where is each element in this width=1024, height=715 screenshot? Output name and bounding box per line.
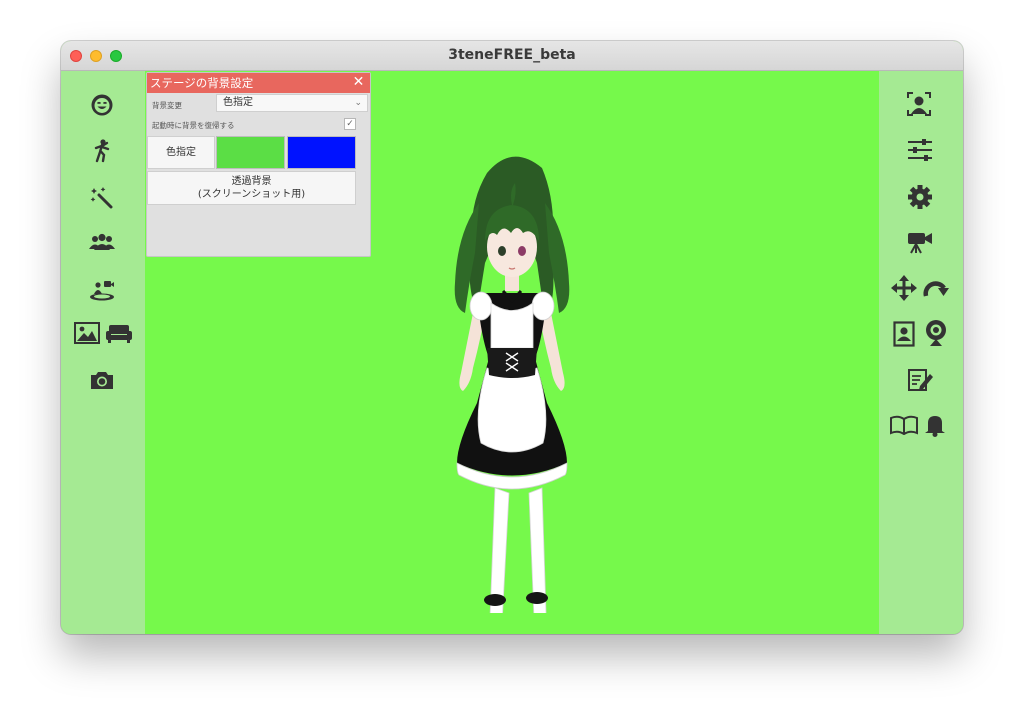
dialog-title: ステージの背景設定 [150, 76, 254, 90]
transparent-bg-line1: 透過背景 [231, 176, 272, 187]
bg-change-label: 背景変更 [152, 101, 182, 110]
stage-viewport[interactable]: ステージの背景設定 ✕ 背景変更 色指定 ⌄ 起動時に背景を復帰する ✓ 色指定… [61, 71, 963, 634]
checkmark-icon: ✓ [346, 119, 354, 129]
face-tracking-icon[interactable] [906, 90, 932, 118]
rotate-arrow-icon[interactable] [922, 275, 950, 301]
pose-figure-icon[interactable] [91, 138, 113, 164]
notes-edit-icon[interactable] [906, 367, 934, 393]
restore-on-start-label: 起動時に背景を復帰する [152, 121, 235, 130]
transparent-background-button[interactable]: 透過背景 (スクリーンショット用) [147, 171, 356, 205]
dialog-close-button[interactable]: ✕ [351, 75, 366, 90]
right-toolbar [879, 71, 963, 634]
avatar-character[interactable] [417, 143, 607, 613]
title-bar: 3teneFREE_beta [61, 41, 963, 71]
webcam-icon[interactable] [923, 319, 949, 347]
sliders-icon[interactable] [906, 137, 934, 163]
background-image-icon[interactable] [74, 321, 100, 345]
transparent-bg-line2: (スクリーンショット用) [197, 189, 306, 200]
left-toolbar [61, 71, 145, 634]
bg-change-value: 色指定 [223, 97, 253, 108]
stage-camera-icon[interactable] [88, 275, 116, 303]
move-arrows-icon[interactable] [891, 275, 917, 301]
app-window: 3teneFREE_beta ステージの背景設定 ✕ 背景変更 色指定 ⌄ 起動… [61, 41, 963, 634]
dialog-header: ステージの背景設定 ✕ [147, 73, 370, 93]
gear-icon[interactable] [906, 183, 934, 211]
camera-icon[interactable] [89, 369, 115, 391]
color-swatch-blue[interactable] [287, 136, 356, 169]
profile-card-icon[interactable] [892, 321, 916, 347]
color-select-button[interactable]: 色指定 [147, 136, 215, 169]
bell-icon[interactable] [923, 412, 947, 438]
window-title: 3teneFREE_beta [448, 47, 576, 63]
magic-wand-icon[interactable] [89, 184, 115, 210]
stage-background-dialog: ステージの背景設定 ✕ 背景変更 色指定 ⌄ 起動時に背景を復帰する ✓ 色指定… [146, 72, 371, 257]
sofa-icon[interactable] [105, 321, 133, 345]
bg-change-select[interactable]: 色指定 ⌄ [216, 94, 368, 112]
face-icon[interactable] [89, 92, 115, 118]
chevron-down-icon: ⌄ [354, 98, 362, 108]
color-swatch-green[interactable] [216, 136, 285, 169]
group-people-icon[interactable] [88, 231, 116, 253]
video-camera-icon[interactable] [906, 229, 934, 255]
restore-on-start-checkbox[interactable]: ✓ [344, 118, 356, 130]
book-icon[interactable] [890, 413, 918, 437]
